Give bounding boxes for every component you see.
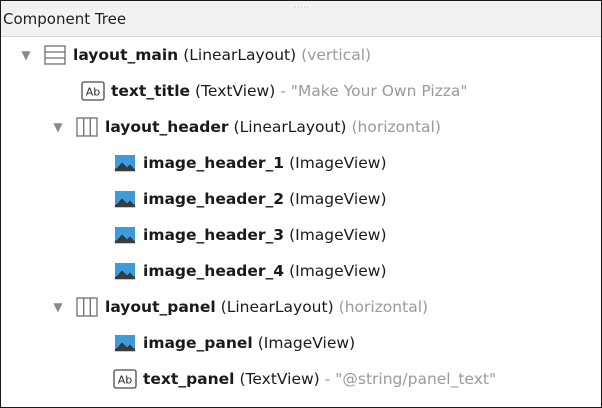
node-name: image_header_1 (143, 154, 285, 172)
tree-node-layout-panel[interactable]: ▼ layout_panel (LinearLayout) (horizontal) (1, 289, 601, 325)
node-type: (TextView) (195, 82, 276, 100)
node-detail: (vertical) (301, 46, 372, 64)
text-view-icon: Ab (81, 81, 105, 101)
panel-title: Component Tree (3, 10, 127, 28)
node-type: (LinearLayout) (233, 118, 347, 136)
node-detail: - "Make Your Own Pizza" (280, 82, 468, 100)
image-view-icon (113, 153, 137, 173)
node-name: layout_main (73, 46, 179, 64)
resize-grip[interactable]: ,,,,, (291, 2, 313, 9)
node-type: (ImageView) (289, 226, 387, 244)
svg-text:Ab: Ab (118, 374, 133, 387)
image-view-icon (113, 261, 137, 281)
tree-node-text-panel[interactable]: Ab text_panel (TextView) - "@string/panel_t… (1, 361, 601, 397)
svg-text:Ab: Ab (86, 86, 101, 99)
tree-node-image-header-3[interactable]: image_header_3 (ImageView) (1, 217, 601, 253)
text-view-icon: Ab (113, 369, 137, 389)
node-type: (ImageView) (289, 190, 387, 208)
image-view-icon (113, 333, 137, 353)
tree-node-image-header-2[interactable]: image_header_2 (ImageView) (1, 181, 601, 217)
vertical-linear-layout-icon (43, 45, 67, 65)
node-name: text_title (111, 82, 191, 100)
tree-node-image-panel[interactable]: image_panel (ImageView) (1, 325, 601, 361)
node-name: image_header_2 (143, 190, 285, 208)
node-type: (ImageView) (257, 334, 356, 352)
node-type: (TextView) (239, 370, 320, 388)
node-type: (LinearLayout) (183, 46, 297, 64)
node-name: image_panel (143, 334, 253, 352)
node-type: (ImageView) (289, 154, 387, 172)
node-name: image_header_3 (143, 226, 285, 244)
expand-toggle-icon[interactable]: ▼ (19, 48, 33, 62)
node-type: (ImageView) (289, 262, 387, 280)
node-detail: - "@string/panel_text" (324, 370, 497, 388)
node-name: layout_panel (105, 298, 216, 316)
node-detail: (horizontal) (338, 298, 429, 316)
node-name: image_header_4 (143, 262, 285, 280)
image-view-icon (113, 225, 137, 245)
tree-node-image-header-1[interactable]: image_header_1 (ImageView) (1, 145, 601, 181)
expand-toggle-icon[interactable]: ▼ (51, 300, 65, 314)
horizontal-linear-layout-icon (75, 117, 99, 137)
component-tree-panel: Component Tree ,,,,, ▼ layout_main (Linear… (0, 0, 602, 408)
node-name: layout_header (105, 118, 229, 136)
tree-node-text-title[interactable]: Ab text_title (TextView) - "Make Your Own P… (1, 73, 601, 109)
tree-node-layout-header[interactable]: ▼ layout_header (LinearLayout) (horizontal) (1, 109, 601, 145)
node-type: (LinearLayout) (220, 298, 334, 316)
tree-node-image-header-4[interactable]: image_header_4 (ImageView) (1, 253, 601, 289)
tree-node-layout-main[interactable]: ▼ layout_main (LinearLayout) (vertical) (1, 37, 601, 73)
expand-toggle-icon[interactable]: ▼ (51, 120, 65, 134)
node-detail: (horizontal) (351, 118, 441, 136)
node-name: text_panel (143, 370, 235, 388)
image-view-icon (113, 189, 137, 209)
horizontal-linear-layout-icon (75, 297, 99, 317)
